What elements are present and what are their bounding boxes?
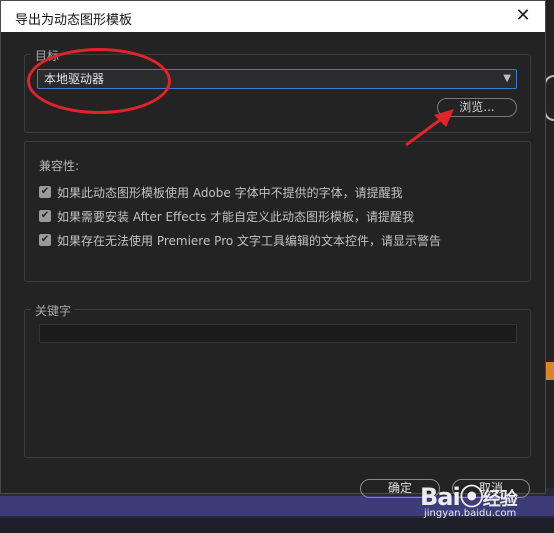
dialog-title: 导出为动态图形模板 <box>15 13 133 28</box>
compatibility-title: 兼容性: <box>39 159 80 173</box>
annotation-arrow-icon <box>405 109 454 147</box>
option-label: 如果需要安装 After Effects 才能自定义此动态图形模板，请提醒我 <box>57 209 415 224</box>
option-label: 如果存在无法使用 Premiere Pro 文字工具编辑的文本控件，请显示警告 <box>57 233 442 248</box>
option-adobe-fonts[interactable]: ✔ 如果此动态图形模板使用 Adobe 字体中不提供的字体，请提醒我 <box>39 184 403 200</box>
baidu-logo: Bai⦿经验 <box>420 483 518 511</box>
keywords-legend: 关键字 <box>31 302 76 319</box>
option-label: 如果此动态图形模板使用 Adobe 字体中不提供的字体，请提醒我 <box>57 185 403 200</box>
close-icon[interactable]: ✕ <box>513 5 533 27</box>
checkbox-checked-icon[interactable]: ✔ <box>39 186 51 198</box>
baidu-watermark: Bai⦿经验 jingyan.baidu.com <box>420 477 518 519</box>
keywords-input[interactable] <box>39 324 517 343</box>
dialog-titlebar: 导出为动态图形模板 ✕ <box>1 1 545 32</box>
annotation-ellipse <box>27 48 171 114</box>
keywords-group: 关键字 <box>24 302 531 458</box>
paw-icon: ⦿ <box>459 483 484 511</box>
option-after-effects[interactable]: ✔ 如果需要安装 After Effects 才能自定义此动态图形模板，请提醒我 <box>39 208 414 224</box>
background-marker <box>546 362 554 380</box>
option-premiere-text[interactable]: ✔ 如果存在无法使用 Premiere Pro 文字工具编辑的文本控件，请显示警… <box>39 232 441 248</box>
checkbox-checked-icon[interactable]: ✔ <box>39 234 51 246</box>
checkbox-checked-icon[interactable]: ✔ <box>39 210 51 222</box>
chevron-down-icon: ▼ <box>503 73 511 84</box>
watermark-url: jingyan.baidu.com <box>424 508 517 519</box>
compatibility-group: 兼容性: ✔ 如果此动态图形模板使用 Adobe 字体中不提供的字体，请提醒我 … <box>24 141 531 282</box>
timeline-track-lower <box>0 518 554 533</box>
